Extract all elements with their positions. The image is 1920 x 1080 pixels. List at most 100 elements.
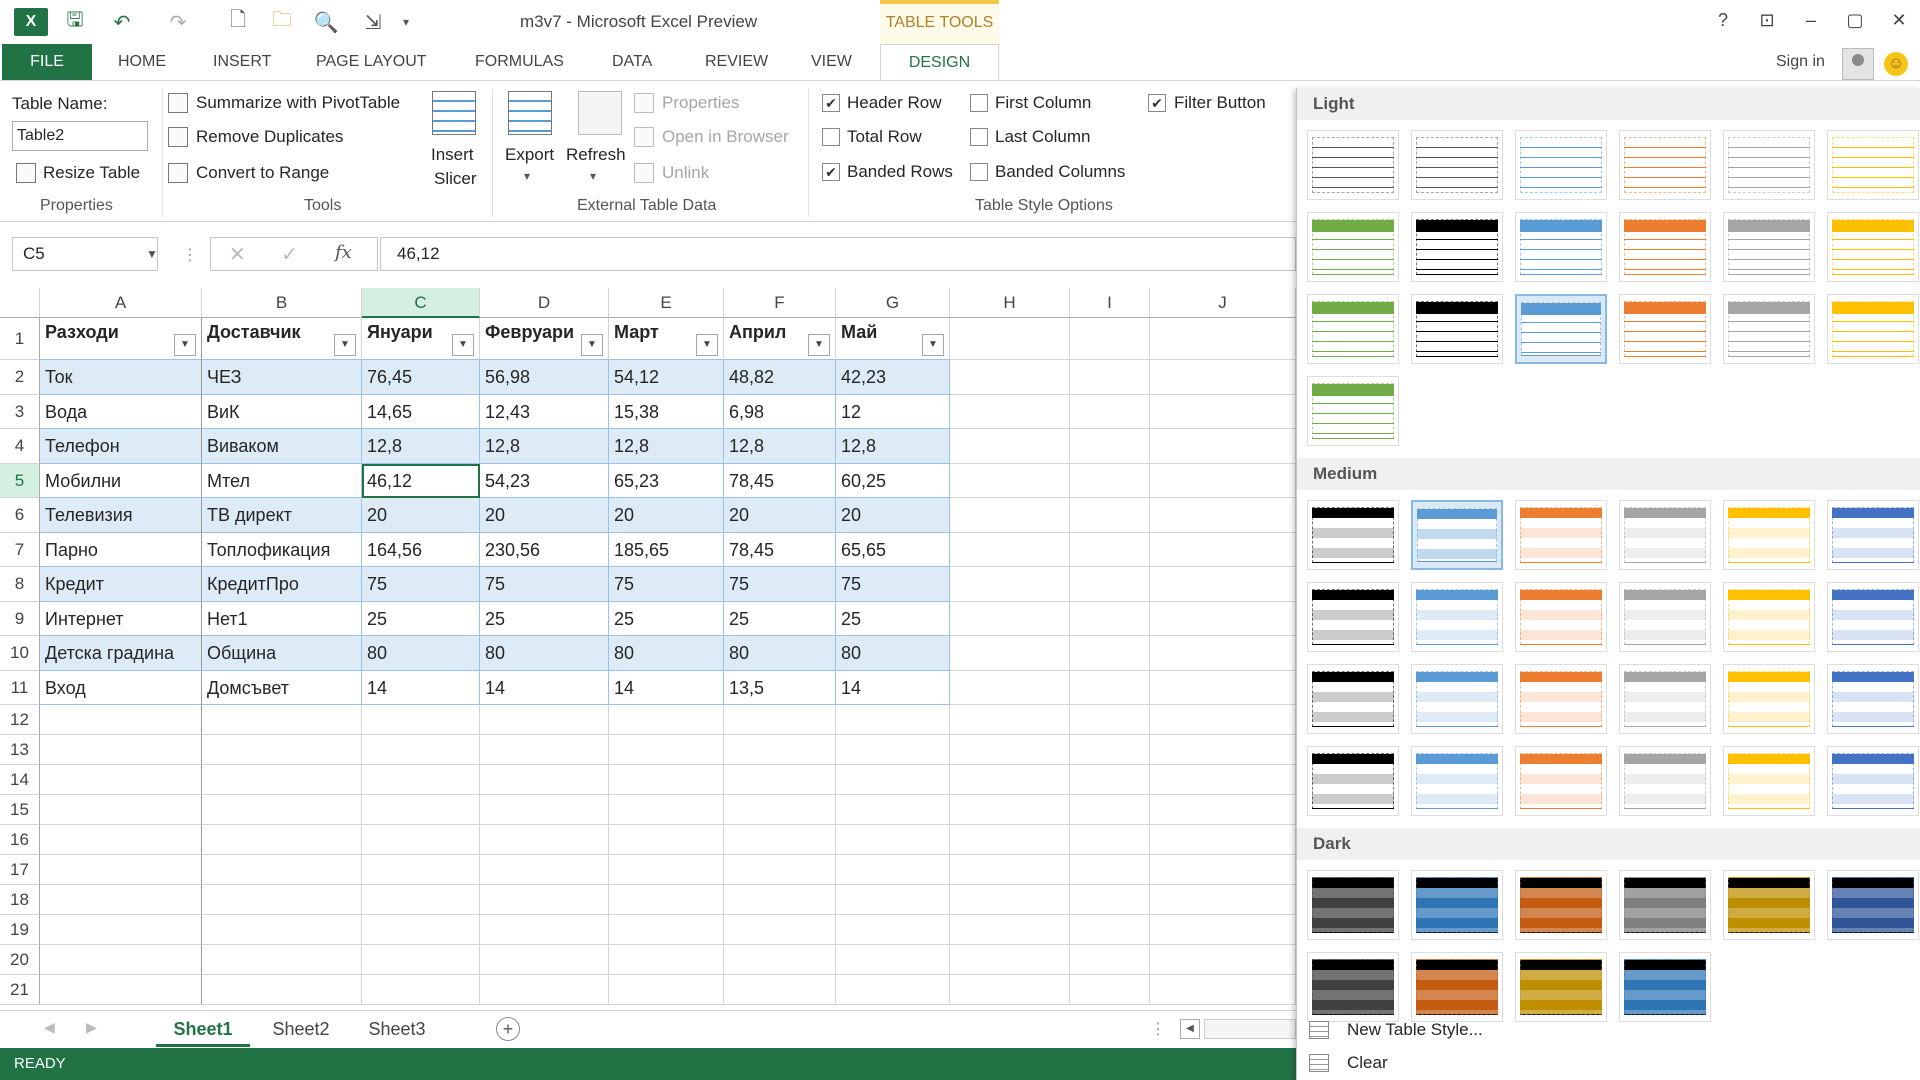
table-cell[interactable]: Виваком xyxy=(202,429,362,464)
empty-cell[interactable] xyxy=(40,735,202,765)
filter-dropdown-icon[interactable]: ▼ xyxy=(581,334,603,356)
empty-cell[interactable] xyxy=(1070,498,1150,533)
column-header[interactable]: G xyxy=(836,288,950,318)
empty-cell[interactable] xyxy=(950,945,1070,975)
empty-cell[interactable] xyxy=(950,855,1070,885)
horizontal-scrollbar[interactable] xyxy=(1204,1019,1296,1039)
table-cell[interactable]: ВиК xyxy=(202,394,362,429)
table-cell[interactable]: ЧЕЗ xyxy=(202,360,362,395)
empty-cell[interactable] xyxy=(950,463,1070,498)
filter-dropdown-icon[interactable]: ▼ xyxy=(808,334,830,356)
table-style-swatch[interactable] xyxy=(1307,746,1399,816)
empty-cell[interactable] xyxy=(1070,825,1150,855)
export-icon[interactable] xyxy=(508,91,552,135)
row-header[interactable]: 17 xyxy=(0,855,40,885)
empty-cell[interactable] xyxy=(40,885,202,915)
empty-cell[interactable] xyxy=(724,975,836,1005)
empty-cell[interactable] xyxy=(202,705,362,735)
empty-cell[interactable] xyxy=(950,532,1070,567)
empty-cell[interactable] xyxy=(1150,670,1296,705)
filter-button-checkbox[interactable]: ✔ xyxy=(1148,94,1166,112)
table-style-swatch[interactable] xyxy=(1619,294,1711,364)
empty-cell[interactable] xyxy=(609,975,724,1005)
table-cell[interactable]: 75 xyxy=(362,567,480,602)
empty-cell[interactable] xyxy=(40,795,202,825)
row-header[interactable]: 10 xyxy=(0,636,40,671)
table-cell[interactable]: 65,23 xyxy=(609,463,724,498)
formula-input[interactable]: 46,12 xyxy=(380,237,1296,271)
empty-cell[interactable] xyxy=(609,825,724,855)
row-header[interactable]: 12 xyxy=(0,705,40,735)
empty-cell[interactable] xyxy=(836,705,950,735)
new-file-icon[interactable]: 🗋 xyxy=(224,8,252,36)
empty-cell[interactable] xyxy=(609,735,724,765)
table-cell[interactable]: 80 xyxy=(724,636,836,671)
table-cell[interactable]: 14 xyxy=(480,670,609,705)
sheet-tab-sheet3[interactable]: Sheet3 xyxy=(352,1011,442,1047)
summarize-pivot-button[interactable]: Summarize with PivotTable xyxy=(196,93,400,113)
table-style-swatch[interactable] xyxy=(1307,294,1399,364)
empty-cell[interactable] xyxy=(1150,498,1296,533)
tab-view[interactable]: VIEW xyxy=(811,44,852,80)
table-cell[interactable]: 54,23 xyxy=(480,463,609,498)
table-cell[interactable]: Мобилни xyxy=(40,463,202,498)
table-style-swatch[interactable] xyxy=(1307,130,1399,200)
table-style-swatch[interactable] xyxy=(1827,130,1919,200)
empty-cell[interactable] xyxy=(40,855,202,885)
table-style-swatch[interactable] xyxy=(1515,582,1607,652)
empty-cell[interactable] xyxy=(950,915,1070,945)
column-header[interactable]: D xyxy=(480,288,609,318)
table-style-swatch[interactable] xyxy=(1515,746,1607,816)
empty-cell[interactable] xyxy=(1070,735,1150,765)
table-cell[interactable]: 20 xyxy=(609,498,724,533)
add-sheet-icon[interactable]: + xyxy=(496,1017,520,1041)
table-cell[interactable]: 12,8 xyxy=(836,429,950,464)
table-style-swatch[interactable] xyxy=(1827,870,1919,940)
table-style-swatch[interactable] xyxy=(1515,870,1607,940)
empty-cell[interactable] xyxy=(724,765,836,795)
table-style-swatch[interactable] xyxy=(1411,582,1503,652)
hscroll-left-icon[interactable]: ◀ xyxy=(1180,1019,1200,1039)
table-cell[interactable]: 25 xyxy=(836,601,950,636)
empty-cell[interactable] xyxy=(609,855,724,885)
customize-qat-icon[interactable]: ⇲ xyxy=(356,8,390,36)
empty-cell[interactable] xyxy=(362,825,480,855)
table-name-input[interactable]: Table2 xyxy=(12,121,148,151)
name-box-dropdown-icon[interactable]: ▼ xyxy=(146,247,158,261)
empty-cell[interactable] xyxy=(950,429,1070,464)
empty-cell[interactable] xyxy=(724,855,836,885)
insert-slicer-label-2[interactable]: Slicer xyxy=(434,169,477,189)
column-header[interactable]: I xyxy=(1070,288,1150,318)
row-header[interactable]: 15 xyxy=(0,795,40,825)
table-style-swatch[interactable] xyxy=(1515,294,1607,364)
external-properties-button[interactable]: Properties xyxy=(662,93,739,113)
table-style-swatch[interactable] xyxy=(1515,212,1607,282)
enter-icon[interactable]: ✓ xyxy=(281,242,298,267)
table-style-swatch[interactable] xyxy=(1411,664,1503,734)
empty-cell[interactable] xyxy=(950,567,1070,602)
empty-cell[interactable] xyxy=(1070,636,1150,671)
print-preview-icon[interactable]: 🔍 xyxy=(312,8,340,36)
table-cell[interactable]: 75 xyxy=(836,567,950,602)
empty-cell[interactable] xyxy=(836,795,950,825)
row-header[interactable]: 14 xyxy=(0,765,40,795)
row-header[interactable]: 1 xyxy=(0,318,40,360)
column-header[interactable]: A xyxy=(40,288,202,318)
table-style-swatch[interactable] xyxy=(1411,500,1503,570)
empty-cell[interactable] xyxy=(1070,463,1150,498)
empty-cell[interactable] xyxy=(724,795,836,825)
table-style-swatch[interactable] xyxy=(1723,746,1815,816)
table-style-swatch[interactable] xyxy=(1515,130,1607,200)
table-style-swatch[interactable] xyxy=(1515,664,1607,734)
empty-cell[interactable] xyxy=(1070,855,1150,885)
table-cell[interactable]: 25 xyxy=(609,601,724,636)
open-in-browser-button[interactable]: Open in Browser xyxy=(662,127,789,147)
table-cell[interactable]: 25 xyxy=(362,601,480,636)
empty-cell[interactable] xyxy=(480,855,609,885)
table-cell[interactable]: 230,56 xyxy=(480,532,609,567)
redo-icon[interactable]: ↷ xyxy=(160,8,196,36)
table-cell[interactable]: Домсъвет xyxy=(202,670,362,705)
empty-cell[interactable] xyxy=(1150,855,1296,885)
table-cell[interactable]: 15,38 xyxy=(609,394,724,429)
empty-cell[interactable] xyxy=(1150,567,1296,602)
